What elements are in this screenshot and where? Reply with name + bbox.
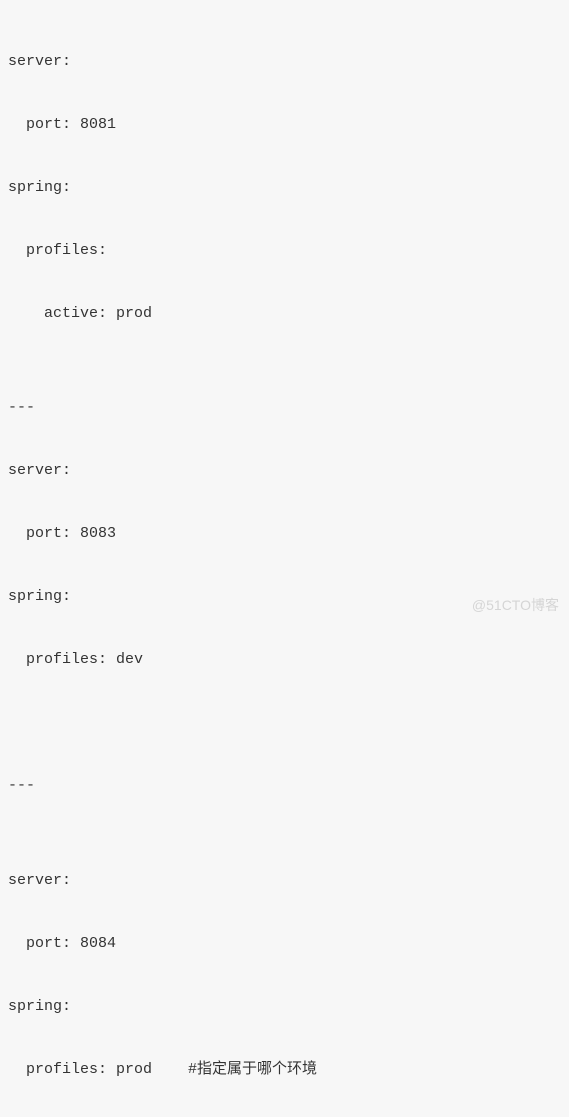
code-line: profiles: prod #指定属于哪个环境 <box>8 1054 561 1086</box>
code-line: spring: <box>8 172 561 204</box>
code-line: port: 8084 <box>8 928 561 960</box>
code-line: server: <box>8 865 561 897</box>
code-line: server: <box>8 455 561 487</box>
code-line: active: prod <box>8 298 561 330</box>
code-line: server: <box>8 46 561 78</box>
yaml-code-block: server: port: 8081 spring: profiles: act… <box>8 14 561 1117</box>
watermark-text: @51CTO博客 <box>472 591 559 620</box>
yaml-comment: #指定属于哪个环境 <box>188 1061 317 1078</box>
yaml-separator: --- <box>8 392 561 424</box>
code-line: spring: <box>8 991 561 1023</box>
code-text: profiles: prod <box>26 1061 170 1078</box>
code-line: port: 8081 <box>8 109 561 141</box>
code-line: profiles: dev <box>8 644 561 676</box>
yaml-separator: --- <box>8 770 561 802</box>
code-line: port: 8083 <box>8 518 561 550</box>
code-line: profiles: <box>8 235 561 267</box>
